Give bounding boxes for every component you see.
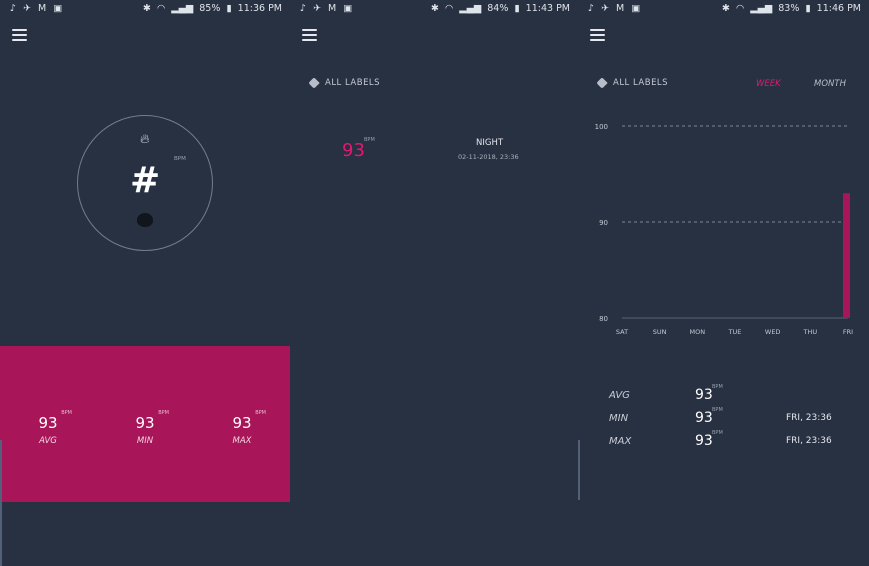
menu-icon[interactable]	[590, 29, 605, 41]
summary-label: MIN	[136, 436, 154, 446]
stats-avg-value: 93	[695, 387, 713, 403]
weekly-chart: 100 90 80 SAT SUN MON TUE WED THU FRI	[595, 123, 854, 336]
tab-week[interactable]: WEEK	[756, 79, 781, 89]
status-bar: ♪ ✈ M ▣ ✱ ◠ ▂▄▆ 83% ▮ 11:46 PM	[578, 0, 869, 18]
summary-label: AVG	[39, 436, 57, 446]
stats-max-unit: BPM	[712, 430, 723, 436]
stats-avg-unit: BPM	[712, 384, 723, 390]
bar	[843, 193, 850, 318]
tag-icon	[308, 77, 320, 89]
x-tick-label: SAT	[616, 328, 628, 336]
battery-percent: 83%	[778, 3, 800, 14]
bluetooth-icon: ✱	[142, 3, 151, 14]
status-bar: ♪ ✈ M ▣ ✱ ◠ ▂▄▆ 85% ▮ 11:36 PM	[0, 0, 290, 18]
stats-min-label: MIN	[609, 413, 629, 424]
bluetooth-icon: ✱	[430, 3, 439, 14]
flame-icon: 🔥︎	[140, 132, 150, 147]
summary-unit: BPM	[158, 410, 169, 416]
summary-avg: 93 BPM AVG	[18, 410, 78, 446]
summary-max: 93 BPM MAX	[212, 410, 272, 446]
x-tick-label: THU	[803, 328, 818, 336]
summary-value: 93	[38, 414, 58, 432]
summary-value: 93	[135, 414, 155, 432]
summary-unit: BPM	[255, 410, 266, 416]
signal-icon: ▂▄▆	[750, 3, 773, 14]
bluetooth-icon: ✱	[721, 3, 730, 14]
menu-icon[interactable]	[12, 29, 27, 41]
notification-icons: ♪ ✈ M ▣	[588, 3, 643, 14]
x-tick-label: SUN	[653, 328, 667, 336]
wifi-icon: ◠	[735, 3, 745, 14]
scroll-indicator	[578, 440, 580, 500]
battery-icon: ▮	[226, 3, 232, 14]
heart-icon	[137, 213, 153, 227]
summary-value: 93	[232, 414, 252, 432]
stats-min-value: 93	[695, 410, 713, 426]
label-filter[interactable]: ALL LABELS	[596, 77, 669, 89]
summary-label: MAX	[232, 436, 252, 446]
stats-min-time: FRI, 23:36	[786, 413, 832, 423]
tab-month[interactable]: MONTH	[814, 79, 846, 89]
clock: 11:43 PM	[525, 3, 570, 14]
tag-icon	[596, 77, 608, 89]
notification-icons: ♪ ✈ M ▣	[300, 3, 355, 14]
x-tick-label: MON	[690, 328, 706, 336]
battery-icon: ▮	[514, 3, 520, 14]
scroll-indicator	[0, 440, 2, 566]
x-tick-label: TUE	[728, 328, 742, 336]
y-tick-label: 100	[595, 123, 608, 131]
signal-icon: ▂▄▆	[171, 3, 194, 14]
label-filter-text: ALL LABELS	[613, 78, 669, 88]
wifi-icon: ◠	[156, 3, 166, 14]
wifi-icon: ◠	[444, 3, 454, 14]
dial-unit: BPM	[174, 156, 186, 162]
status-bar: ♪ ✈ M ▣ ✱ ◠ ▂▄▆ 84% ▮ 11:43 PM	[290, 0, 578, 18]
record-value: 93	[342, 140, 365, 161]
stats-max-value: 93	[695, 433, 713, 449]
stats-avg-label: AVG	[609, 390, 630, 401]
stats-min-unit: BPM	[712, 407, 723, 413]
screen-records: ♪ ✈ M ▣ ✱ ◠ ▂▄▆ 84% ▮ 11:43 PM ALL LABEL…	[290, 0, 578, 566]
notification-icons: ♪ ✈ M ▣	[10, 3, 65, 14]
stats-max-label: MAX	[609, 436, 632, 447]
clock: 11:36 PM	[237, 3, 282, 14]
label-filter[interactable]: ALL LABELS	[308, 77, 381, 89]
summary-min: 93 BPM MIN	[115, 410, 175, 446]
status-right: ✱ ◠ ▂▄▆ 83% ▮ 11:46 PM	[719, 3, 861, 14]
y-tick-label: 80	[599, 315, 608, 323]
x-tick-label: WED	[765, 328, 781, 336]
menu-icon[interactable]	[302, 29, 317, 41]
label-filter-text: ALL LABELS	[325, 78, 381, 88]
y-tick-label: 90	[599, 219, 608, 227]
record-datetime: 02-11-2018, 23:36	[458, 153, 519, 161]
screen-statistics: ♪ ✈ M ▣ ✱ ◠ ▂▄▆ 83% ▮ 11:46 PM ALL LABEL…	[578, 0, 869, 566]
clock: 11:46 PM	[816, 3, 861, 14]
screen-summary: ♪ ✈ M ▣ ✱ ◠ ▂▄▆ 85% ▮ 11:36 PM 🔥︎ # BPM …	[0, 0, 290, 566]
x-tick-label: FRI	[843, 328, 853, 336]
record-unit: BPM	[364, 137, 375, 143]
stats-max-time: FRI, 23:36	[786, 436, 832, 446]
dial-value: #	[130, 160, 161, 201]
battery-percent: 84%	[487, 3, 509, 14]
summary-unit: BPM	[61, 410, 72, 416]
battery-percent: 85%	[199, 3, 221, 14]
signal-icon: ▂▄▆	[459, 3, 482, 14]
status-right: ✱ ◠ ▂▄▆ 84% ▮ 11:43 PM	[428, 3, 570, 14]
record-label: NIGHT	[476, 138, 504, 148]
battery-icon: ▮	[805, 3, 811, 14]
status-right: ✱ ◠ ▂▄▆ 85% ▮ 11:36 PM	[140, 3, 282, 14]
summary-card: 93 BPM AVG 93 BPM MIN 93 BPM MAX	[0, 346, 290, 502]
